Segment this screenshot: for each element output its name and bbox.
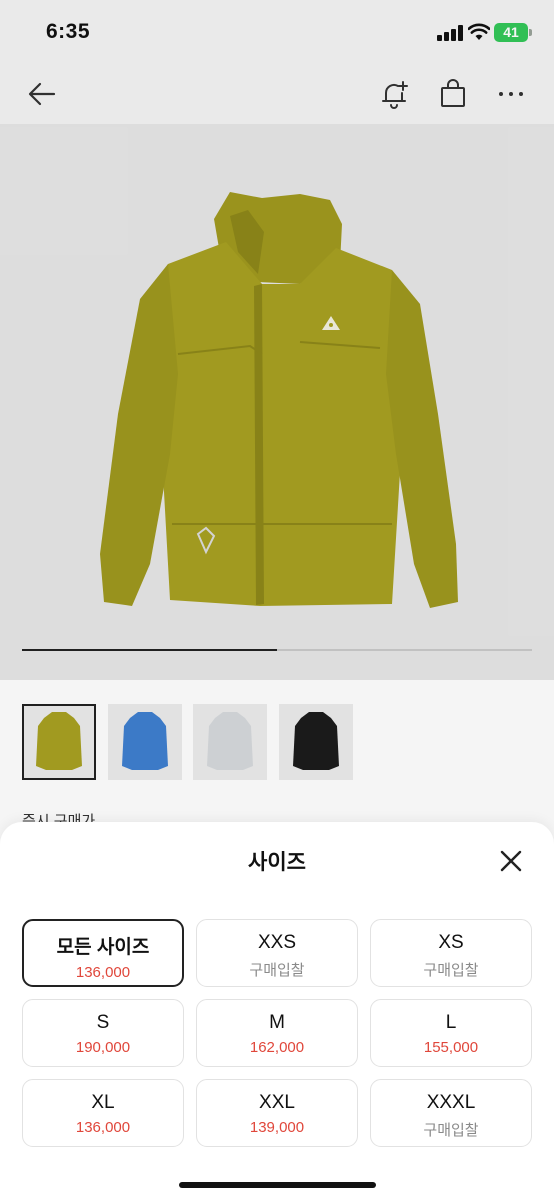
size-option-label: M — [269, 1012, 285, 1033]
close-icon[interactable] — [496, 846, 526, 876]
size-option-xxxl[interactable]: XXXL 구매입찰 — [370, 1079, 532, 1147]
size-option-m[interactable]: M 162,000 — [196, 999, 358, 1067]
home-indicator — [179, 1182, 376, 1188]
thumbnail-white-jacket[interactable] — [193, 704, 267, 780]
size-option-label: XL — [91, 1092, 115, 1113]
battery-tip — [529, 29, 532, 36]
sheet-title: 사이즈 — [248, 851, 306, 874]
jacket-product-image — [100, 192, 458, 608]
size-option-price: 155,000 — [423, 1039, 479, 1056]
gallery-progress-track — [22, 649, 532, 651]
size-option-price: 162,000 — [249, 1039, 305, 1056]
shopping-bag-icon[interactable] — [437, 78, 469, 110]
size-option-xl[interactable]: XL 136,000 — [22, 1079, 184, 1147]
product-image-carousel[interactable] — [0, 124, 554, 680]
size-option-price: 구매입찰 — [423, 1122, 479, 1139]
size-bottom-sheet: 사이즈 모든 사이즈 136,000 XXS 구매입찰 XS 구매입찰 S 19… — [0, 822, 554, 1200]
size-option-price: 190,000 — [75, 1039, 131, 1056]
thumbnail-black-jacket[interactable] — [279, 704, 353, 780]
size-option-label: S — [96, 1012, 110, 1033]
size-option-l[interactable]: L 155,000 — [370, 999, 532, 1067]
top-navigation — [0, 64, 554, 124]
size-option-label: XXS — [257, 932, 297, 953]
size-option-label: L — [445, 1012, 457, 1033]
cellular-signal-icon — [437, 25, 463, 41]
more-horizontal-icon[interactable] — [495, 78, 527, 110]
bell-plus-icon[interactable] — [378, 78, 410, 110]
size-option-price: 구매입찰 — [249, 962, 305, 979]
size-option-price: 136,000 — [75, 1119, 131, 1136]
wifi-icon — [468, 23, 490, 40]
size-option-label: XXXL — [426, 1092, 476, 1113]
size-option-xxl[interactable]: XXL 139,000 — [196, 1079, 358, 1147]
size-option-price: 139,000 — [249, 1119, 305, 1136]
arrow-left-icon[interactable] — [26, 78, 58, 110]
size-option-price: 구매입찰 — [423, 962, 479, 979]
size-option-xs[interactable]: XS 구매입찰 — [370, 919, 532, 987]
battery-indicator: 41 — [494, 23, 528, 42]
size-option-all[interactable]: 모든 사이즈 136,000 — [22, 919, 184, 987]
size-option-label: 모든 사이즈 — [56, 937, 150, 958]
size-option-label: XXL — [259, 1092, 295, 1113]
size-option-s[interactable]: S 190,000 — [22, 999, 184, 1067]
status-time: 6:35 — [46, 20, 91, 43]
thumbnail-blue-jacket[interactable] — [108, 704, 182, 780]
gallery-progress-fill — [22, 649, 277, 651]
size-option-label: XS — [438, 932, 464, 953]
thumbnail-olive-jacket[interactable] — [22, 704, 96, 780]
size-option-price: 136,000 — [75, 964, 131, 981]
status-bar: 6:35 41 — [0, 0, 554, 64]
size-option-xxs[interactable]: XXS 구매입찰 — [196, 919, 358, 987]
